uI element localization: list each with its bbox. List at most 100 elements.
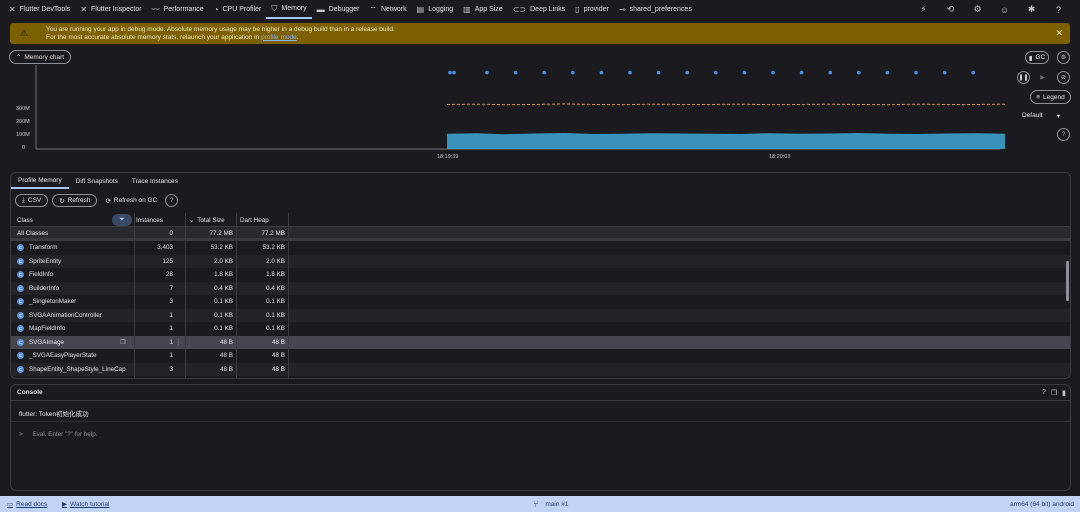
- table-row[interactable]: C MapFieldInfo 1 0.1 KB 0.1 KB: [11, 322, 1070, 336]
- tab-network[interactable]: ⌔ Network: [364, 0, 411, 19]
- bug-icon[interactable]: ✱: [1018, 4, 1045, 15]
- gc-event-marker[interactable]: [485, 70, 489, 75]
- console-input-placeholder: Eval. Enter "?" for help.: [32, 431, 98, 438]
- gc-event-marker[interactable]: [542, 70, 546, 75]
- devtools-logo-icon: ✕: [9, 5, 16, 14]
- watch-tutorial-link[interactable]: ▶ Watch tutorial: [62, 500, 110, 509]
- tab-diff-snapshots[interactable]: Diff Snapshots: [69, 173, 125, 189]
- gc-event-marker[interactable]: [599, 70, 604, 75]
- profile-mode-link[interactable]: profile mode: [261, 34, 297, 41]
- gc-event-marker[interactable]: [685, 70, 689, 75]
- gc-event-marker[interactable]: [942, 70, 947, 75]
- profile-help-icon[interactable]: ?: [165, 194, 179, 207]
- copy-icon[interactable]: ❐: [1051, 389, 1057, 397]
- table-row[interactable]: C ShapeEntity_ShapeStyle_LineCap 3 48 B 48 B: [11, 362, 1070, 376]
- table-row[interactable]: C FieldInfo 28 1.8 KB 1.8 KB: [11, 268, 1070, 282]
- column-divider[interactable]: [134, 213, 135, 378]
- table-row[interactable]: C Transform 3,403 53.2 KB 53.2 KB: [11, 241, 1070, 255]
- total-size-cell: 53.2 KB: [210, 244, 233, 252]
- settings-icon[interactable]: ⚙: [964, 4, 991, 15]
- tab-memory[interactable]: ⛉ Memory: [266, 0, 312, 19]
- tab-cpu-profiler[interactable]: ◔ CPU Profiler: [209, 0, 267, 19]
- play-icon[interactable]: ▶: [1036, 71, 1049, 84]
- gc-event-marker[interactable]: [828, 70, 832, 75]
- gc-button[interactable]: ▮ GC: [1025, 51, 1049, 64]
- tab-deep-links[interactable]: ⊂⊃ Deep Links: [508, 0, 570, 19]
- tab-shared-preferences[interactable]: ⊸ shared_preferences: [614, 0, 697, 19]
- total-row[interactable]: All Classes 0 77.2 MB 77.2 MB: [11, 227, 1070, 241]
- clear-icon[interactable]: ⊘: [1057, 71, 1070, 84]
- filter-icon[interactable]: ⏷: [112, 214, 132, 226]
- dart-heap-cell: 1.8 KB: [266, 271, 285, 279]
- csv-button[interactable]: ⤓ CSV: [15, 194, 49, 207]
- column-class[interactable]: Class: [17, 213, 33, 227]
- class-badge-icon: C: [17, 338, 24, 346]
- help-icon[interactable]: ?: [1045, 5, 1072, 15]
- tab-profile-memory[interactable]: Profile Memory: [11, 173, 69, 189]
- gc-event-marker[interactable]: [885, 70, 890, 75]
- hot-reload-icon[interactable]: ⚡: [910, 4, 937, 15]
- console-input[interactable]: > Eval. Enter "?" for help.: [19, 431, 97, 438]
- gc-event-marker[interactable]: [857, 70, 861, 75]
- gc-event-marker[interactable]: [656, 70, 661, 75]
- more-vert-icon[interactable]: ⋮: [175, 336, 181, 350]
- chart-settings-icon[interactable]: ⚙: [1057, 51, 1070, 64]
- gc-event-marker[interactable]: [628, 70, 632, 75]
- tab-performance[interactable]: 〰 Performance: [147, 0, 209, 19]
- table-row[interactable]: C _SingletonMaker 3 0.1 KB 0.1 KB: [11, 295, 1070, 309]
- app-title[interactable]: ✕ Flutter DevTools: [4, 0, 75, 19]
- feedback-icon[interactable]: ☺: [991, 5, 1018, 15]
- table-row[interactable]: C SpriteEntity 125 2.0 KB 2.0 KB: [11, 254, 1070, 268]
- gc-event-marker[interactable]: [452, 70, 456, 75]
- history-icon[interactable]: ⟲: [937, 4, 964, 15]
- copy-icon[interactable]: ❐: [120, 336, 126, 350]
- tab-trace-instances[interactable]: Trace Instances: [125, 173, 185, 189]
- table-row[interactable]: C _SVGAEasyPlayerState 1 48 B 48 B: [11, 349, 1070, 363]
- dart-heap-cell: 53.2 KB: [262, 244, 285, 252]
- chart-interval-select[interactable]: Default ▾: [1020, 109, 1062, 122]
- tab-provider[interactable]: ▯ provider: [570, 0, 614, 19]
- total-size-cell: 0.1 KB: [214, 311, 233, 319]
- gc-event-marker[interactable]: [771, 70, 775, 75]
- dart-heap-cell: 0.1 KB: [266, 311, 285, 319]
- legend-button[interactable]: ≡ Legend: [1030, 90, 1071, 104]
- extension-icon: ⊸: [618, 5, 626, 14]
- read-docs-link[interactable]: ▭ Read docs: [7, 500, 47, 509]
- refresh-on-gc-toggle[interactable]: ⟳ Refresh on GC: [101, 194, 161, 207]
- help-icon[interactable]: ?: [1042, 389, 1046, 397]
- gc-event-marker[interactable]: [914, 70, 918, 75]
- refresh-button[interactable]: ↻ Refresh: [52, 194, 98, 207]
- gc-event-marker[interactable]: [799, 70, 804, 75]
- table-row[interactable]: C SVGAAnimationController 1 0.1 KB 0.1 KB: [11, 308, 1070, 322]
- gc-event-marker[interactable]: [448, 70, 452, 75]
- memory-chart-toggle[interactable]: ⌃ Memory chart: [9, 50, 71, 64]
- instances-cell: 3,403: [157, 244, 173, 252]
- gc-event-marker[interactable]: [513, 70, 518, 75]
- isolate-selector[interactable]: ⑂ main #1: [533, 499, 569, 509]
- column-dart-heap[interactable]: Dart Heap: [240, 213, 269, 227]
- close-icon[interactable]: ✕: [1055, 28, 1063, 39]
- column-total-size[interactable]: ⌄ Total Size: [189, 213, 225, 227]
- gc-event-marker[interactable]: [742, 70, 747, 75]
- pause-icon[interactable]: ❚❚: [1017, 71, 1030, 84]
- delete-icon[interactable]: ▮: [1062, 389, 1066, 397]
- cpu-icon: ◔: [213, 5, 219, 14]
- table-row[interactable]: C SVGAImage ❐ 1 ⋮ 48 B 48 B: [11, 335, 1070, 350]
- gc-event-marker[interactable]: [971, 70, 975, 75]
- tab-flutter-inspector[interactable]: ✕ Flutter Inspector: [75, 0, 146, 19]
- column-divider[interactable]: [288, 213, 289, 378]
- gc-event-marker[interactable]: [714, 70, 718, 75]
- tab-app-size[interactable]: ▥ App Size: [458, 0, 508, 19]
- dart-heap-cell: 48 B: [272, 352, 285, 360]
- column-divider[interactable]: [236, 213, 237, 378]
- refresh-icon: ↻: [59, 197, 65, 205]
- column-divider[interactable]: [185, 213, 186, 378]
- table-scrollbar[interactable]: [1066, 261, 1069, 301]
- column-instances[interactable]: Instances: [136, 213, 163, 227]
- table-row[interactable]: C BuilderInfo 7 0.4 KB 0.4 KB: [11, 281, 1070, 295]
- chart-help-icon[interactable]: ?: [1057, 128, 1070, 141]
- tab-logging[interactable]: ▤ Logging: [412, 0, 458, 19]
- dart-heap-cell: 48 B: [272, 365, 285, 373]
- gc-event-marker[interactable]: [571, 70, 575, 75]
- tab-debugger[interactable]: ▬ Debugger: [312, 0, 365, 19]
